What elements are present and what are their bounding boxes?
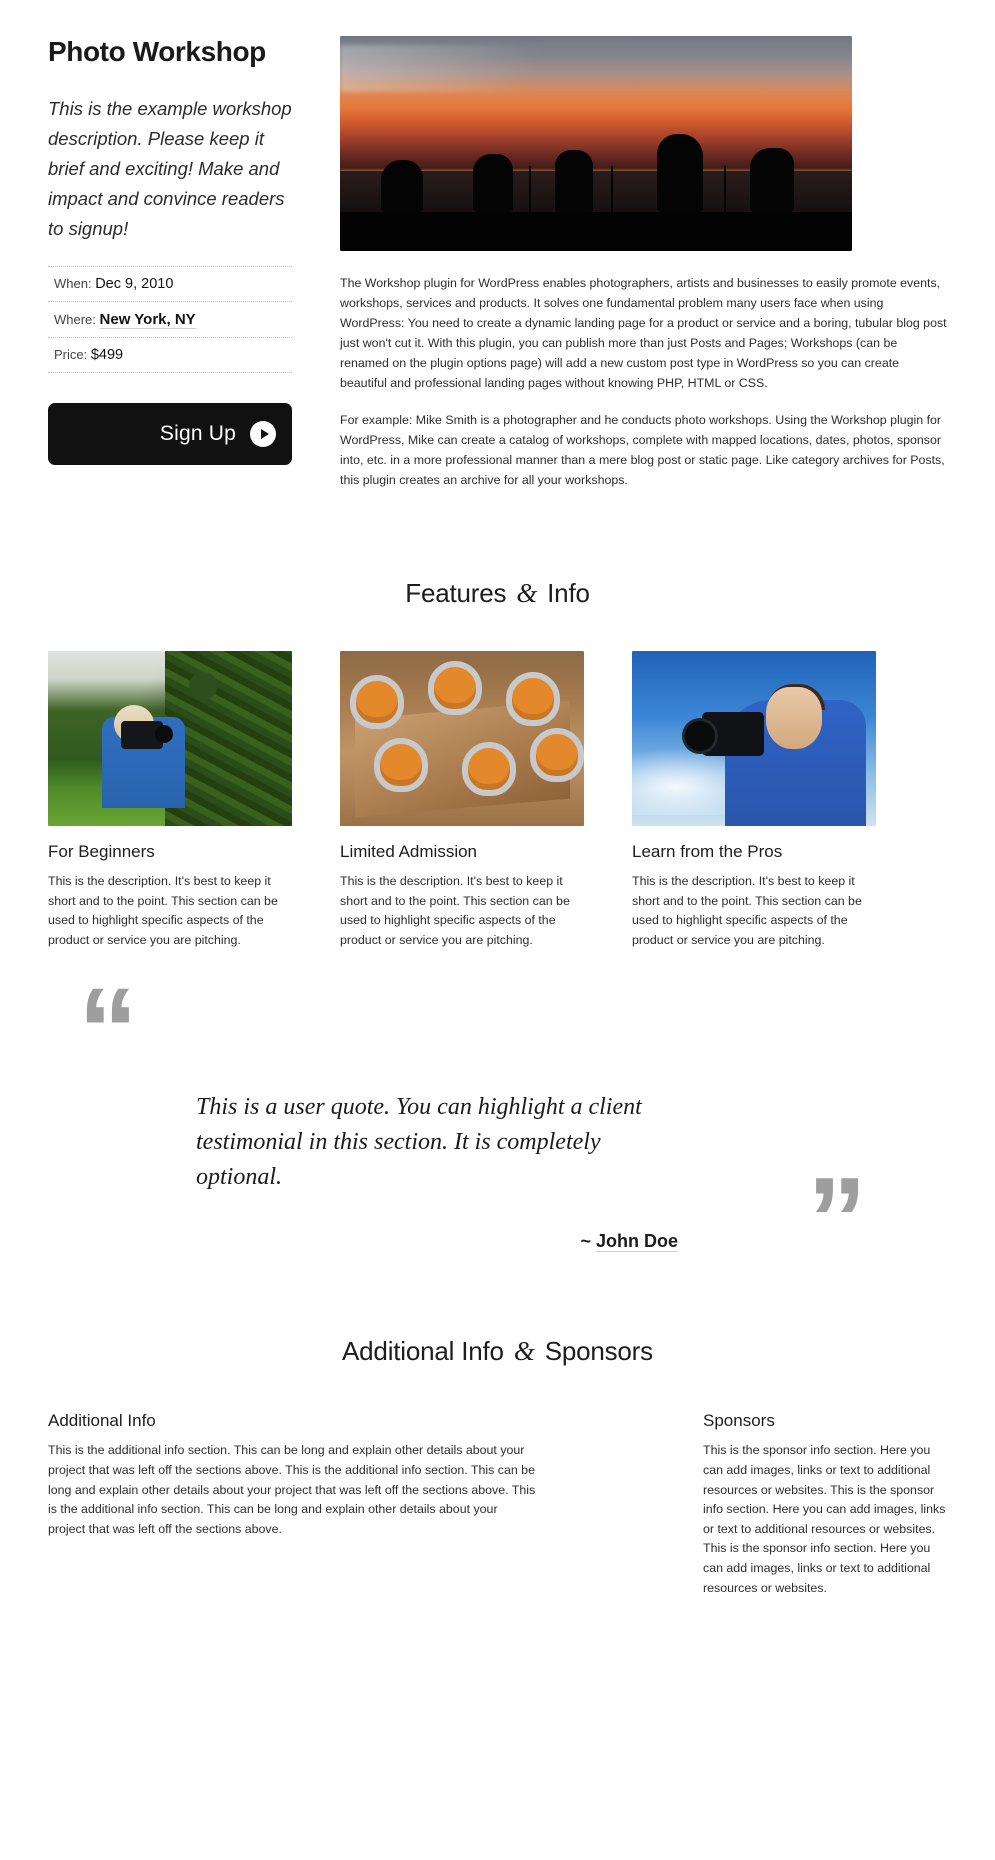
testimonial-attribution: ~ John Doe bbox=[96, 1231, 678, 1253]
hero-section: Photo Workshop This is the example works… bbox=[0, 0, 995, 506]
feature-card: For Beginners This is the description. I… bbox=[48, 650, 292, 950]
features-section: Features & Info For Beginners This is th… bbox=[0, 506, 995, 950]
ampersand-glyph: & bbox=[513, 1336, 535, 1367]
meta-value-when: Dec 9, 2010 bbox=[95, 275, 174, 292]
additional-info-column: Additional Info This is the additional i… bbox=[48, 1411, 538, 1598]
additional-info-columns: Additional Info This is the additional i… bbox=[48, 1411, 947, 1598]
attribution-prefix: ~ bbox=[580, 1231, 596, 1252]
workshop-meta-list: When: Dec 9, 2010 Where: New York, NY Pr… bbox=[48, 265, 292, 373]
testimonial-section: “ This is a user quote. You can highligh… bbox=[0, 950, 995, 1292]
features-heading: Features & Info bbox=[48, 578, 947, 609]
meta-item-where: Where: New York, NY bbox=[48, 302, 292, 338]
sponsors-title: Sponsors bbox=[703, 1411, 775, 1431]
additional-info-body: This is the additional info section. Thi… bbox=[48, 1443, 536, 1536]
features-heading-after: Info bbox=[547, 577, 590, 608]
testimonial-text: This is a user quote. You can highlight … bbox=[196, 1094, 642, 1191]
additional-heading-before: Additional Info bbox=[342, 1336, 504, 1367]
meta-label-where: Where: bbox=[54, 311, 96, 327]
hero-photo bbox=[340, 36, 852, 251]
sign-up-button-label: Sign Up bbox=[159, 421, 236, 445]
feature-description: This is the description. It's best to ke… bbox=[48, 873, 278, 947]
feature-card: Limited Admission This is the descriptio… bbox=[340, 650, 584, 950]
feature-title: For Beginners bbox=[48, 841, 155, 861]
body-paragraph-2: For example: Mike Smith is a photographe… bbox=[340, 412, 945, 487]
meta-item-when: When: Dec 9, 2010 bbox=[48, 265, 292, 302]
feature-photo-learn-from-the-pros bbox=[632, 650, 876, 826]
sign-up-button[interactable]: Sign Up bbox=[48, 402, 292, 465]
feature-description: This is the description. It's best to ke… bbox=[632, 873, 862, 947]
body-paragraph-1: The Workshop plugin for WordPress enable… bbox=[340, 276, 947, 391]
feature-title: Limited Admission bbox=[340, 841, 478, 861]
meta-item-price: Price: $499 bbox=[48, 338, 292, 373]
feature-card-list: For Beginners This is the description. I… bbox=[48, 650, 947, 950]
ampersand-glyph: & bbox=[516, 577, 538, 608]
additional-info-heading: Additional Info & Sponsors bbox=[48, 1336, 947, 1367]
feature-card: Learn from the Pros This is the descript… bbox=[632, 650, 876, 950]
workshop-landing-page: Photo Workshop This is the example works… bbox=[0, 0, 995, 1654]
feature-description: This is the description. It's best to ke… bbox=[340, 873, 570, 947]
meta-value-where-link[interactable]: New York, NY bbox=[99, 310, 196, 329]
sponsors-body: This is the sponsor info section. Here y… bbox=[703, 1443, 946, 1595]
close-quote-icon: ” bbox=[807, 1153, 867, 1288]
open-quote-icon: “ bbox=[78, 963, 138, 1098]
additional-info-title: Additional Info bbox=[48, 1411, 156, 1431]
hero-body-copy: The Workshop plugin for WordPress enable… bbox=[340, 273, 947, 490]
arrow-right-icon bbox=[250, 420, 276, 447]
hero-left-column: Photo Workshop This is the example works… bbox=[48, 36, 292, 506]
feature-title: Learn from the Pros bbox=[632, 841, 783, 861]
features-heading-before: Features bbox=[405, 577, 507, 608]
sponsors-column: Sponsors This is the sponsor info sectio… bbox=[703, 1411, 947, 1598]
additional-info-section: Additional Info & Sponsors Additional In… bbox=[0, 1292, 995, 1654]
meta-label-when: When: bbox=[54, 275, 92, 291]
feature-photo-limited-admission bbox=[340, 650, 584, 826]
meta-label-price: Price: bbox=[54, 346, 88, 362]
workshop-description: This is the example workshop description… bbox=[48, 98, 292, 239]
meta-value-price: $499 bbox=[90, 346, 124, 363]
page-title: Photo Workshop bbox=[48, 36, 266, 67]
feature-photo-for-beginners bbox=[48, 650, 292, 826]
hero-right-column: The Workshop plugin for WordPress enable… bbox=[292, 36, 947, 506]
attribution-name-link[interactable]: John Doe bbox=[595, 1231, 678, 1253]
additional-heading-after: Sponsors bbox=[544, 1336, 653, 1367]
